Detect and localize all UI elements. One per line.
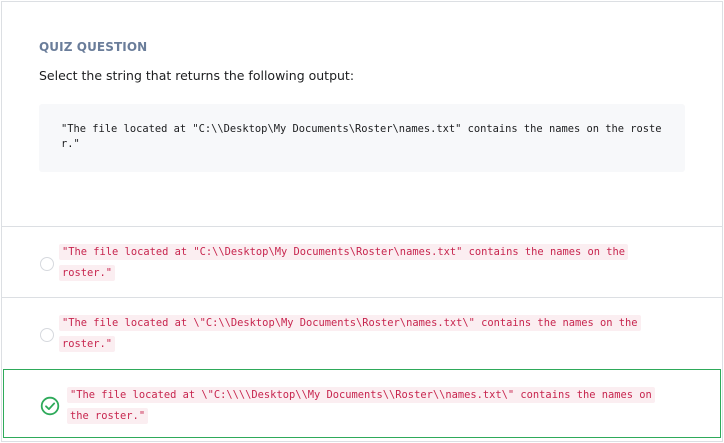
answer-option-text: "The file located at "C:\\Desktop\My Doc… <box>59 244 629 281</box>
radio-button[interactable] <box>40 257 54 271</box>
quiz-card: QUIZ QUESTION Select the string that ret… <box>1 1 723 442</box>
answer-option-code: "The file located at \"C:\\Desktop\My Do… <box>59 313 659 355</box>
question-heading: QUIZ QUESTION <box>39 40 148 54</box>
radio-button[interactable] <box>40 328 54 342</box>
answer-option-code: "The file located at "C:\\Desktop\My Doc… <box>59 242 659 284</box>
output-code-block: "The file located at "C:\\Desktop\My Doc… <box>39 104 685 172</box>
answer-option-code: "The file located at \"C:\\\\Desktop\\My… <box>67 385 667 427</box>
answer-option-3[interactable]: "The file located at \"C:\\\\Desktop\\My… <box>3 369 721 438</box>
answer-option-text: "The file located at \"C:\\\\Desktop\\My… <box>67 387 655 424</box>
output-code-text: "The file located at "C:\\Desktop\My Doc… <box>61 123 662 150</box>
check-circle-icon[interactable] <box>40 396 60 416</box>
answer-option-1[interactable]: "The file located at "C:\\Desktop\My Doc… <box>2 227 722 297</box>
question-section: QUIZ QUESTION Select the string that ret… <box>2 2 722 226</box>
answer-option-2[interactable]: "The file located at \"C:\\Desktop\My Do… <box>2 298 722 368</box>
answer-option-text: "The file located at \"C:\\Desktop\My Do… <box>59 315 641 352</box>
question-prompt: Select the string that returns the follo… <box>39 68 355 83</box>
